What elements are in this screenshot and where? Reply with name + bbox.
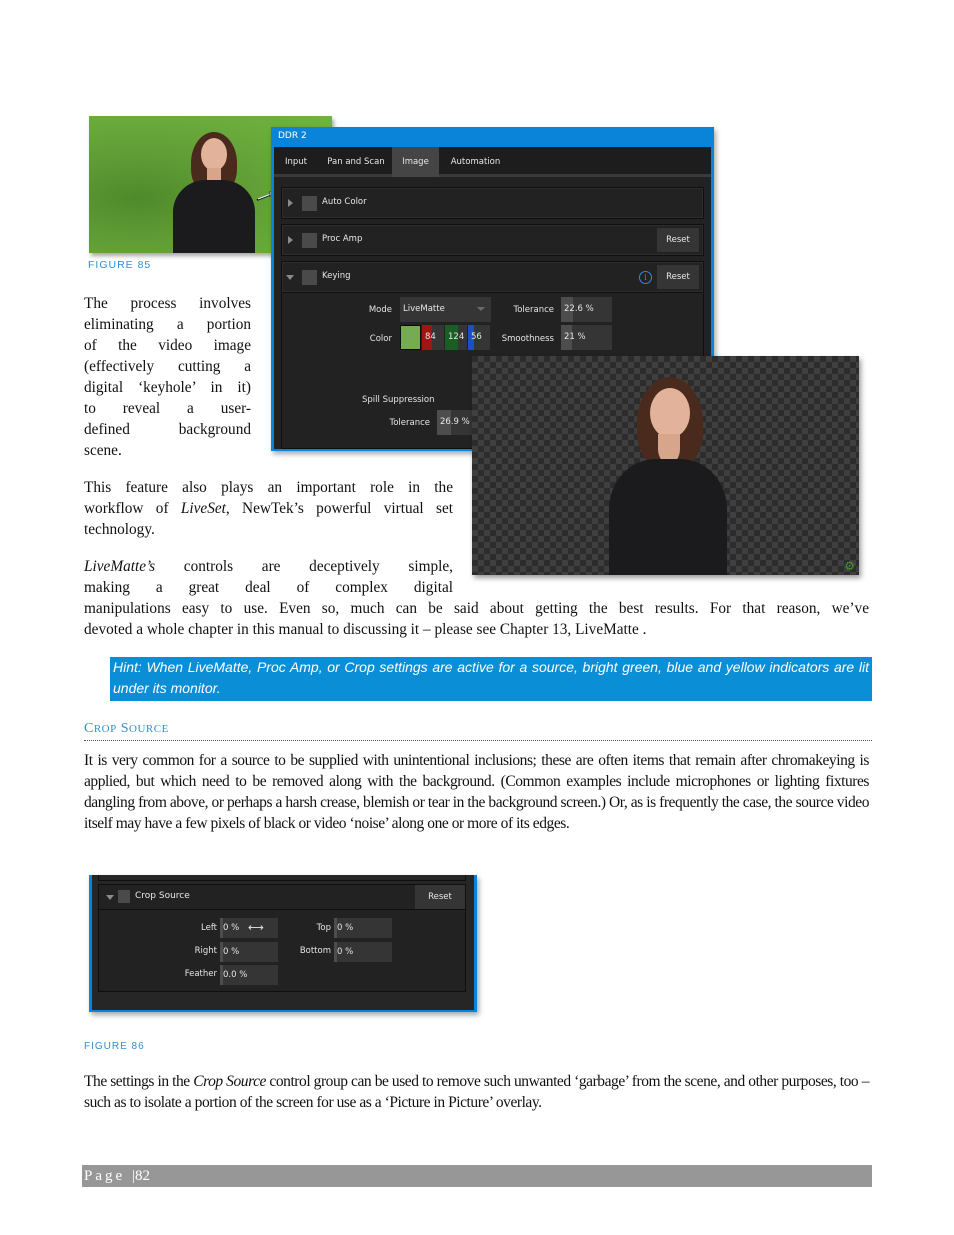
resize-horizontal-cursor-icon: ⟷ bbox=[248, 921, 264, 934]
color-blue-field[interactable]: 56 bbox=[468, 325, 490, 350]
figure-86-caption: FIGURE 86 bbox=[84, 1041, 145, 1052]
closing-paragraph: The settings in the Crop Source control … bbox=[84, 1073, 869, 1111]
color-label: Color bbox=[369, 334, 392, 344]
group-auto-color[interactable]: Auto Color bbox=[281, 187, 704, 219]
left-slider[interactable]: 0 % ⟷ bbox=[220, 918, 278, 938]
group-header[interactable]: Crop Source Reset bbox=[99, 885, 465, 910]
color-red-field[interactable]: 84 bbox=[422, 325, 444, 350]
color-swatch[interactable] bbox=[400, 325, 421, 350]
group-proc-amp[interactable]: Proc Amp Reset bbox=[281, 224, 704, 256]
feather-label: Feather bbox=[184, 969, 217, 979]
mode-dropdown[interactable]: LiveMatte bbox=[400, 297, 491, 322]
group-label: Crop Source bbox=[135, 891, 190, 901]
mode-label: Mode bbox=[368, 305, 392, 315]
bottom-slider[interactable]: 0 % bbox=[334, 942, 392, 962]
presenter-figure bbox=[605, 374, 730, 575]
tab-input[interactable]: Input bbox=[278, 147, 314, 177]
crop-source-panel: Crop Source Reset Left 0 % ⟷ Right 0 % F… bbox=[89, 875, 477, 1012]
process-paragraph: The process involves eliminating a porti… bbox=[84, 295, 251, 459]
top-slider[interactable]: 0 % bbox=[334, 918, 392, 938]
previous-group-edge bbox=[98, 875, 466, 881]
enable-checkbox[interactable] bbox=[302, 196, 317, 211]
group-label: Keying bbox=[322, 271, 351, 281]
group-label: Auto Color bbox=[322, 197, 367, 207]
smoothness-label: Smoothness bbox=[501, 334, 554, 344]
page-footer: Page |82 bbox=[82, 1165, 872, 1187]
keyed-output-image: ⚙ bbox=[472, 356, 859, 575]
tab-pan-and-scan[interactable]: Pan and Scan bbox=[322, 147, 390, 177]
tab-automation[interactable]: Automation bbox=[444, 147, 507, 177]
collapse-arrow-icon[interactable] bbox=[286, 275, 294, 280]
right-label: Right bbox=[194, 946, 217, 956]
spill-tolerance-label: Tolerance bbox=[389, 418, 430, 428]
expand-arrow-icon[interactable] bbox=[288, 236, 293, 244]
reset-button[interactable]: Reset bbox=[415, 885, 465, 909]
reset-button[interactable]: Reset bbox=[657, 265, 699, 289]
feather-slider[interactable]: 0.0 % bbox=[220, 965, 278, 985]
feature-paragraph: This feature also plays an important rol… bbox=[84, 479, 453, 538]
spill-suppression-label: Spill Suppression bbox=[362, 395, 435, 405]
group-crop-source: Crop Source Reset Left 0 % ⟷ Right 0 % F… bbox=[98, 884, 466, 992]
bottom-label: Bottom bbox=[299, 946, 331, 956]
tolerance-label: Tolerance bbox=[513, 305, 554, 315]
section-heading-crop-source: CROP SOURCE bbox=[84, 721, 169, 736]
smoothness-slider[interactable]: 21 % bbox=[561, 325, 612, 350]
page-label: Page bbox=[84, 1168, 126, 1184]
info-icon[interactable]: i bbox=[639, 271, 652, 284]
enable-checkbox[interactable] bbox=[302, 270, 317, 285]
hint-callout: Hint: When LiveMatte, Proc Amp, or Crop … bbox=[110, 657, 872, 701]
section-divider bbox=[84, 740, 872, 741]
tab-image[interactable]: Image bbox=[392, 147, 439, 177]
controls-paragraph: LiveMatte’s controls are deceptively sim… bbox=[84, 558, 869, 638]
right-slider[interactable]: 0 % bbox=[220, 942, 278, 962]
page-number: 82 bbox=[134, 1168, 150, 1184]
enable-checkbox[interactable] bbox=[118, 890, 130, 903]
collapse-arrow-icon[interactable] bbox=[106, 895, 114, 900]
mode-value: LiveMatte bbox=[403, 304, 445, 314]
reset-button[interactable]: Reset bbox=[657, 228, 699, 252]
presenter-figure bbox=[169, 128, 259, 253]
group-keying[interactable]: Keying i Reset bbox=[281, 261, 704, 293]
panel-title: DDR 2 bbox=[278, 131, 307, 141]
enable-checkbox[interactable] bbox=[302, 233, 317, 248]
top-label: Top bbox=[316, 923, 331, 933]
chevron-down-icon bbox=[477, 307, 485, 311]
tolerance-slider[interactable]: 22.6 % bbox=[561, 297, 612, 322]
group-label: Proc Amp bbox=[322, 234, 363, 244]
left-label: Left bbox=[201, 923, 217, 933]
figure-85-caption: FIGURE 85 bbox=[88, 259, 152, 271]
crop-intro-paragraph: It is very common for a source to be sup… bbox=[84, 752, 869, 832]
expand-arrow-icon[interactable] bbox=[288, 199, 293, 207]
tab-bar: Input Pan and Scan Image Automation bbox=[274, 147, 711, 177]
color-green-field[interactable]: 124 bbox=[445, 325, 467, 350]
